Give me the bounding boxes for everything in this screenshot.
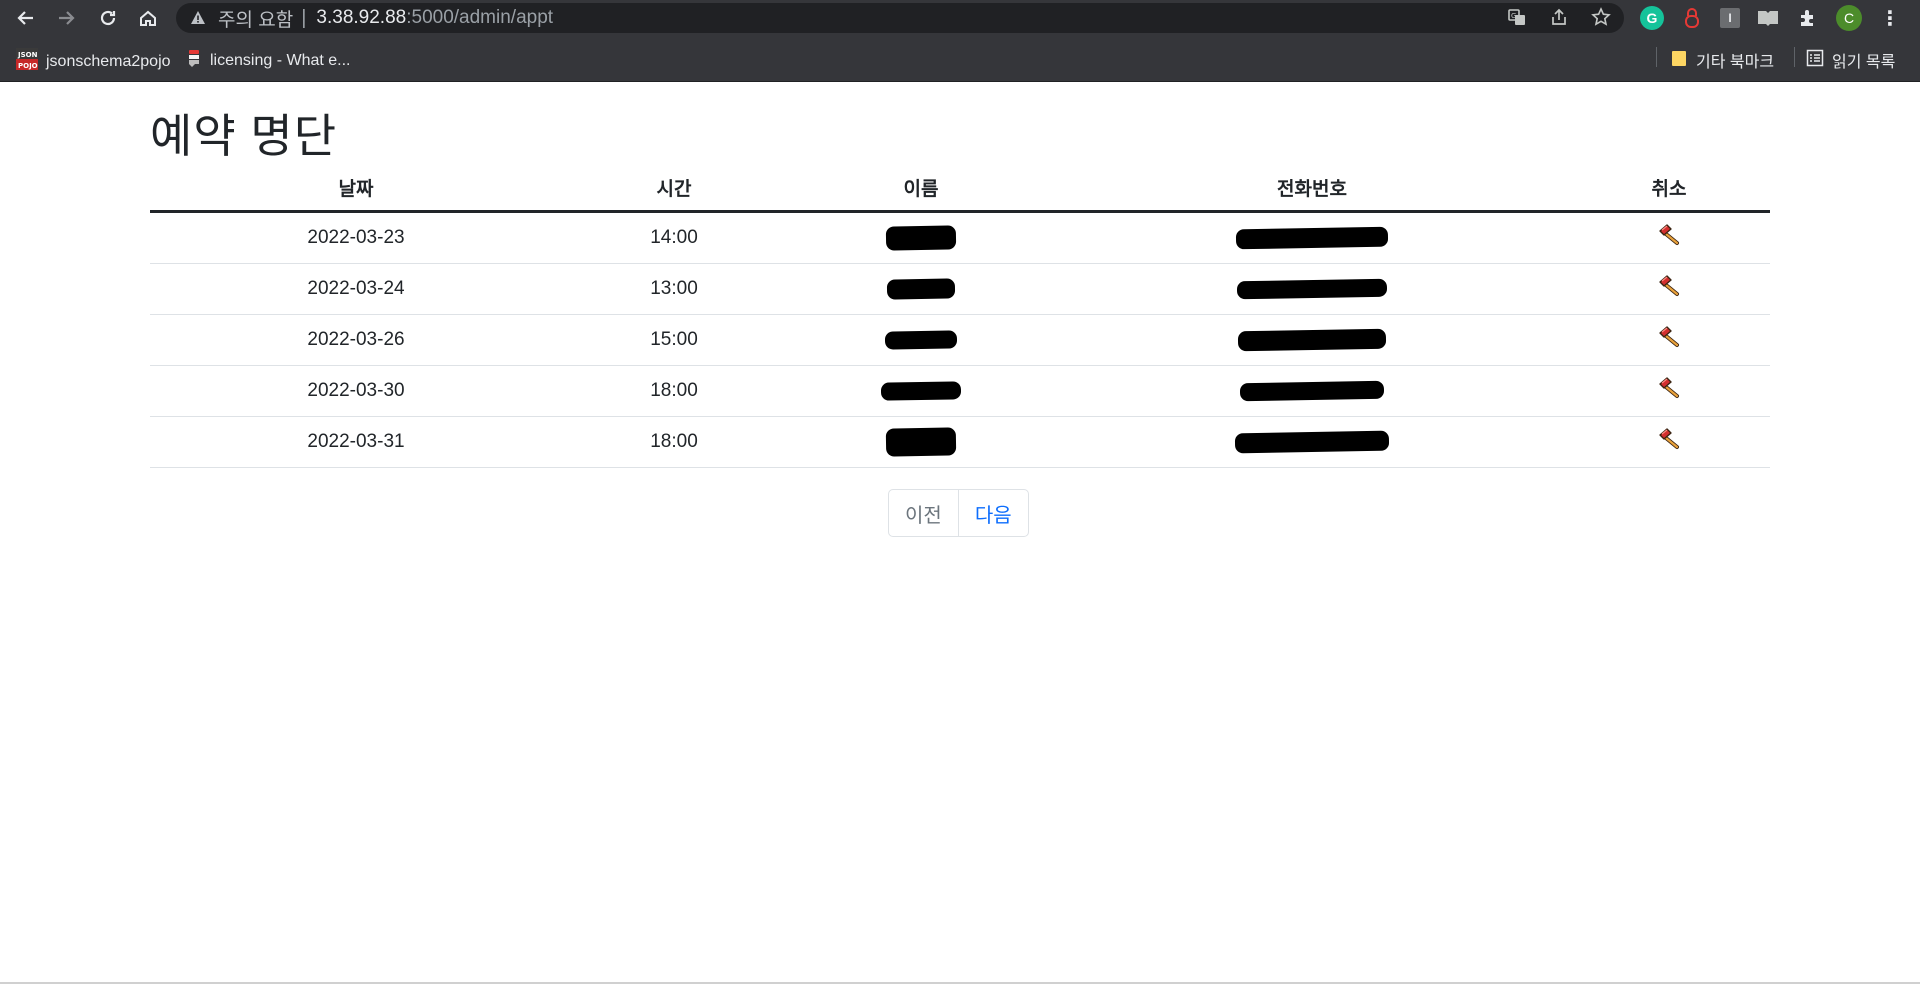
url-host: 3.38.92.88 [316,7,407,28]
date-cell: 2022-03-23 [150,211,562,264]
bookmark-star-icon[interactable] [1590,6,1612,28]
redacted-name [885,225,957,251]
redacted-phone [1235,226,1389,250]
json-pojo-logo-icon: JSON POJO [16,48,38,75]
cancel-hammer-icon[interactable] [1657,274,1681,298]
bookmark-label: licensing - What e... [210,51,351,69]
name-cell [786,416,1056,468]
forward-icon[interactable] [46,0,86,36]
prev-page-button[interactable]: 이전 [889,490,959,536]
redacted-phone [1236,278,1388,300]
puzzle-extensions-icon[interactable] [1796,6,1820,30]
phone-cell [1056,416,1568,468]
cancel-cell [1568,416,1770,468]
name-cell [786,314,1056,366]
url-separator: | [301,6,307,29]
address-bar[interactable]: 주의 요함 | 3.38.92.88 :5000/admin/appt G [176,3,1624,33]
svg-text:JSON: JSON [17,51,38,59]
bookmark-licensing[interactable]: licensing - What e... [186,48,351,73]
time-cell: 14:00 [562,211,786,264]
reading-list[interactable]: 읽기 목록 [1806,48,1895,72]
cancel-hammer-icon[interactable] [1657,427,1681,451]
name-cell [786,263,1056,315]
cancel-cell [1568,314,1770,366]
date-cell: 2022-03-31 [150,416,562,468]
warning-icon[interactable] [190,10,206,26]
cancel-hammer-icon[interactable] [1657,376,1681,400]
next-page-button[interactable]: 다음 [959,490,1028,536]
redacted-name [886,278,956,300]
redacted-phone [1239,380,1385,402]
phone-cell [1056,365,1568,417]
pagination: 이전 다음 [888,489,1029,537]
share-icon[interactable] [1548,6,1570,28]
i-extension-icon[interactable]: I [1720,8,1740,28]
appointments-table: 날짜 시간 이름 전화번호 취소 2022-03-23 14:00 2022-0… [150,164,1770,468]
folder-icon [1670,49,1688,72]
column-header-name: 이름 [786,164,1056,213]
table-row: 2022-03-26 15:00 [150,314,1770,366]
date-cell: 2022-03-26 [150,314,562,366]
other-bookmarks-label: 기타 북마크 [1696,54,1775,71]
reader-extension-icon[interactable] [1756,6,1780,30]
table-row: 2022-03-24 13:00 [150,263,1770,315]
other-bookmarks[interactable]: 기타 북마크 [1670,48,1774,72]
redacted-phone [1234,430,1390,454]
bookmarks-bar: JSON POJO jsonschema2pojo licensing - Wha… [0,36,1920,82]
column-header-date: 날짜 [150,164,562,213]
more-menu-icon[interactable]: ⋮ [1878,6,1902,30]
time-cell: 15:00 [562,314,786,366]
table-row: 2022-03-31 18:00 [150,416,1770,468]
cancel-cell [1568,365,1770,417]
page-title: 예약 명단 [150,110,338,162]
reading-list-icon [1806,49,1824,72]
cancel-cell [1568,263,1770,315]
translate-icon[interactable]: G [1506,6,1528,28]
time-cell: 18:00 [562,365,786,417]
time-cell: 18:00 [562,416,786,468]
phone-cell [1056,314,1568,366]
column-header-cancel: 취소 [1568,164,1770,213]
stackexchange-icon [186,48,202,73]
name-cell [786,365,1056,417]
cancel-hammer-icon[interactable] [1657,223,1681,247]
grammarly-extension-icon[interactable]: G [1640,6,1664,30]
redacted-name [885,427,957,457]
table-header-row: 날짜 시간 이름 전화번호 취소 [150,164,1770,213]
date-cell: 2022-03-24 [150,263,562,315]
redacted-phone [1237,328,1387,352]
time-cell: 13:00 [562,263,786,315]
redacted-name [880,381,962,401]
cancel-hammer-icon[interactable] [1657,325,1681,349]
bookmark-divider [1794,47,1795,67]
redacted-name [884,330,958,350]
phone-cell [1056,263,1568,315]
url-path: :5000/admin/appt [406,7,554,28]
browser-toolbar: 주의 요함 | 3.38.92.88 :5000/admin/appt G G … [0,0,1920,36]
home-icon[interactable] [128,0,168,36]
column-header-time: 시간 [562,164,786,213]
reload-icon[interactable] [88,0,128,36]
date-cell: 2022-03-30 [150,365,562,417]
table-row: 2022-03-23 14:00 [150,211,1770,264]
cancel-cell [1568,211,1770,264]
back-icon[interactable] [6,0,46,36]
bookmark-jsonschema2pojo[interactable]: JSON POJO jsonschema2pojo [16,48,171,75]
phone-cell [1056,211,1568,264]
column-header-phone: 전화번호 [1056,164,1568,213]
bookmark-label: jsonschema2pojo [46,52,171,70]
profile-avatar[interactable]: C [1836,5,1862,31]
table-row: 2022-03-30 18:00 [150,365,1770,417]
svg-text:G: G [1511,12,1516,20]
lock-extension-icon[interactable] [1680,6,1704,30]
svg-text:POJO: POJO [18,62,38,70]
bookmark-divider [1656,47,1657,67]
reading-list-label: 읽기 목록 [1832,54,1896,71]
security-warning-text: 주의 요함 [218,9,294,31]
name-cell [786,211,1056,264]
